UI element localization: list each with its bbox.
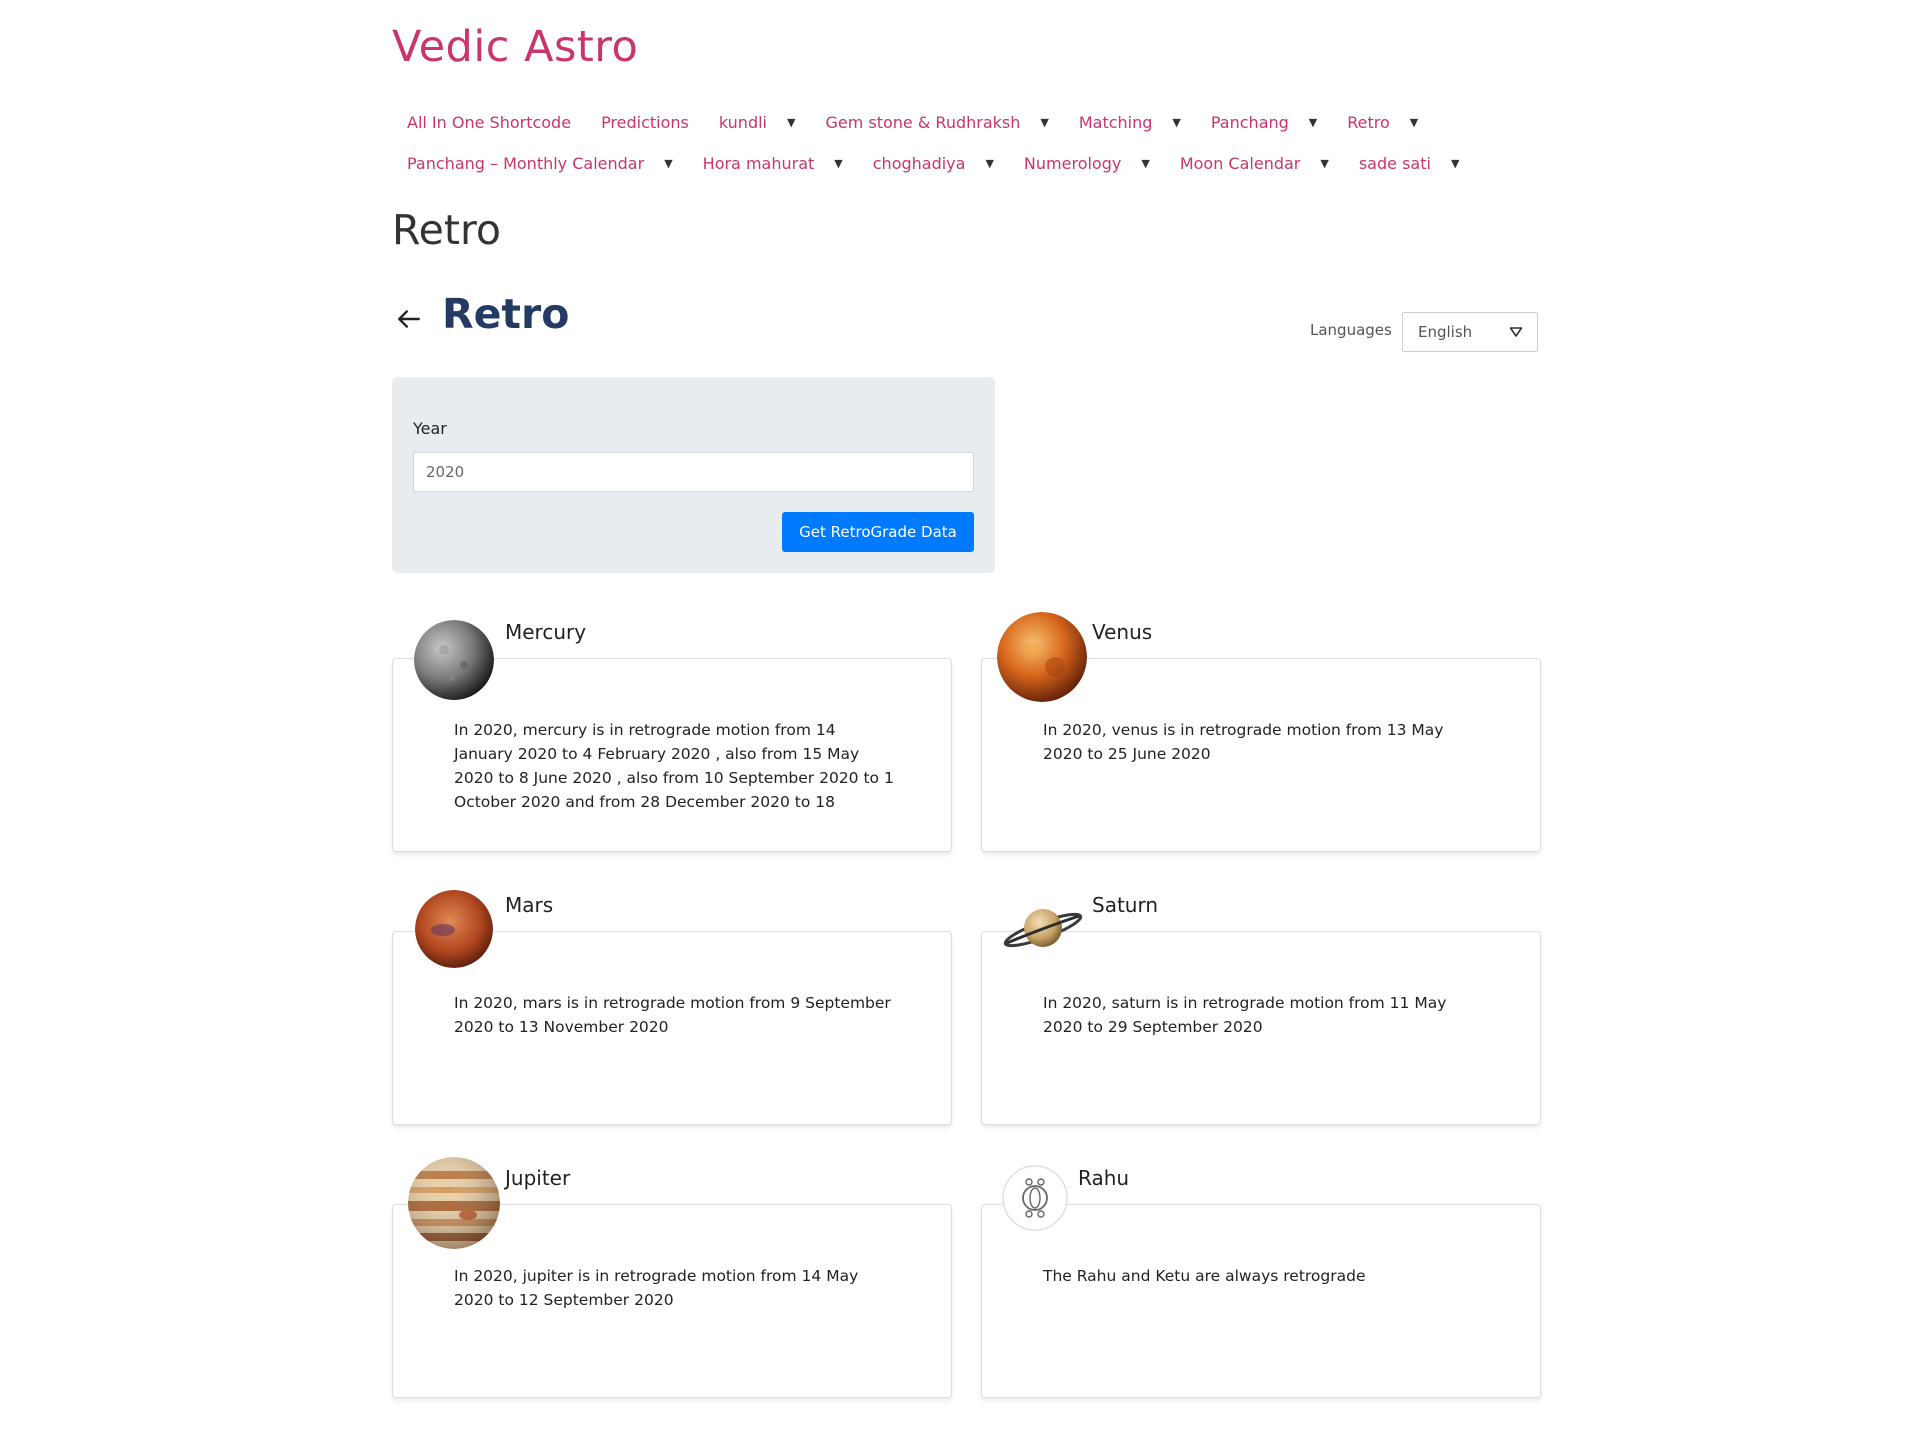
back-arrow-icon[interactable] (396, 306, 422, 332)
nav-item-all-in-one[interactable]: All In One Shortcode (407, 113, 571, 132)
nav-item-monthly-calendar[interactable]: Panchang – Monthly Calendar ▼ (407, 154, 673, 173)
chevron-down-icon[interactable]: ▼ (1172, 116, 1180, 129)
planet-description: In 2020, mars is in retrograde motion fr… (454, 994, 891, 1036)
year-input[interactable] (413, 452, 974, 492)
planet-name: Rahu (1078, 1166, 1130, 1190)
planet-description: In 2020, venus is in retrograde motion f… (1043, 721, 1444, 763)
retro-form: Year Get RetroGrade Data (392, 377, 995, 573)
page-title: Retro (392, 206, 501, 254)
planet-description: The Rahu and Ketu are always retrograde (1043, 1267, 1366, 1285)
nav-item-moon-calendar[interactable]: Moon Calendar ▼ (1180, 154, 1329, 173)
card-body: In 2020, saturn is in retrograde motion … (981, 931, 1541, 1125)
get-retrograde-data-button[interactable]: Get RetroGrade Data (782, 512, 974, 552)
chevron-down-icon[interactable]: ▼ (1451, 157, 1459, 170)
chevron-down-icon[interactable]: ▼ (1410, 116, 1418, 129)
planet-name: Mars (505, 893, 554, 917)
site-title[interactable]: Vedic Astro (392, 22, 638, 72)
planet-description: In 2020, jupiter is in retrograde motion… (454, 1267, 859, 1309)
year-label: Year (413, 419, 447, 438)
nav-item-hora-mahurat[interactable]: Hora mahurat ▼ (703, 154, 843, 173)
planet-card-rahu: The Rahu and Ketu are always retrograde … (981, 1165, 1541, 1398)
chevron-down-icon[interactable]: ▼ (834, 157, 842, 170)
venus-icon (997, 612, 1087, 702)
chevron-down-icon[interactable]: ▼ (985, 157, 993, 170)
language-select[interactable]: English (1402, 312, 1538, 352)
planet-name: Saturn (1092, 893, 1159, 917)
planet-name: Venus (1092, 620, 1153, 644)
nav-item-kundli[interactable]: kundli ▼ (719, 113, 796, 132)
planet-card-mars: In 2020, mars is in retrograde motion fr… (392, 890, 952, 1125)
nav-item-retro[interactable]: Retro ▼ (1347, 113, 1418, 132)
planet-card-mercury: In 2020, mercury is in retrograde motion… (392, 620, 952, 852)
language-select-value: English (1418, 323, 1473, 341)
nav-item-matching[interactable]: Matching ▼ (1079, 113, 1181, 132)
saturn-icon (1003, 909, 1083, 948)
nav-row-1: All In One Shortcode Predictions kundli ▼… (392, 102, 1433, 142)
nav-item-choghadiya[interactable]: choghadiya ▼ (873, 154, 994, 173)
planet-card-jupiter: In 2020, jupiter is in retrograde motion… (392, 1157, 952, 1398)
planet-card-saturn: In 2020, saturn is in retrograde motion … (981, 893, 1541, 1125)
mars-icon (415, 890, 493, 968)
nav-item-panchang[interactable]: Panchang ▼ (1211, 113, 1317, 132)
jupiter-icon (408, 1157, 500, 1249)
mercury-icon (414, 620, 494, 700)
chevron-down-icon[interactable]: ▼ (1320, 157, 1328, 170)
rahu-icon (1002, 1165, 1068, 1231)
planet-name: Jupiter (505, 1166, 571, 1190)
chevron-down-icon[interactable]: ▼ (1141, 157, 1149, 170)
planet-name: Mercury (505, 620, 587, 644)
nav-item-sade-sati[interactable]: sade sati ▼ (1359, 154, 1460, 173)
planet-description: In 2020, mercury is in retrograde motion… (454, 721, 894, 811)
chevron-down-icon (1509, 327, 1523, 337)
nav-item-predictions[interactable]: Predictions (601, 113, 689, 132)
nav-item-gemstone[interactable]: Gem stone & Rudhraksh ▼ (825, 113, 1048, 132)
chevron-down-icon[interactable]: ▼ (1040, 116, 1048, 129)
nav-item-numerology[interactable]: Numerology ▼ (1024, 154, 1150, 173)
chevron-down-icon[interactable]: ▼ (664, 157, 672, 170)
nav-row-2: Panchang – Monthly Calendar ▼ Hora mahura… (392, 143, 1474, 183)
planet-card-venus: In 2020, venus is in retrograde motion f… (981, 612, 1541, 852)
chevron-down-icon[interactable]: ▼ (787, 116, 795, 129)
planet-description: In 2020, saturn is in retrograde motion … (1043, 994, 1447, 1036)
section-title: Retro (442, 290, 570, 338)
card-body: The Rahu and Ketu are always retrograde (981, 1204, 1541, 1398)
chevron-down-icon[interactable]: ▼ (1309, 116, 1317, 129)
languages-label: Languages (1310, 321, 1392, 339)
